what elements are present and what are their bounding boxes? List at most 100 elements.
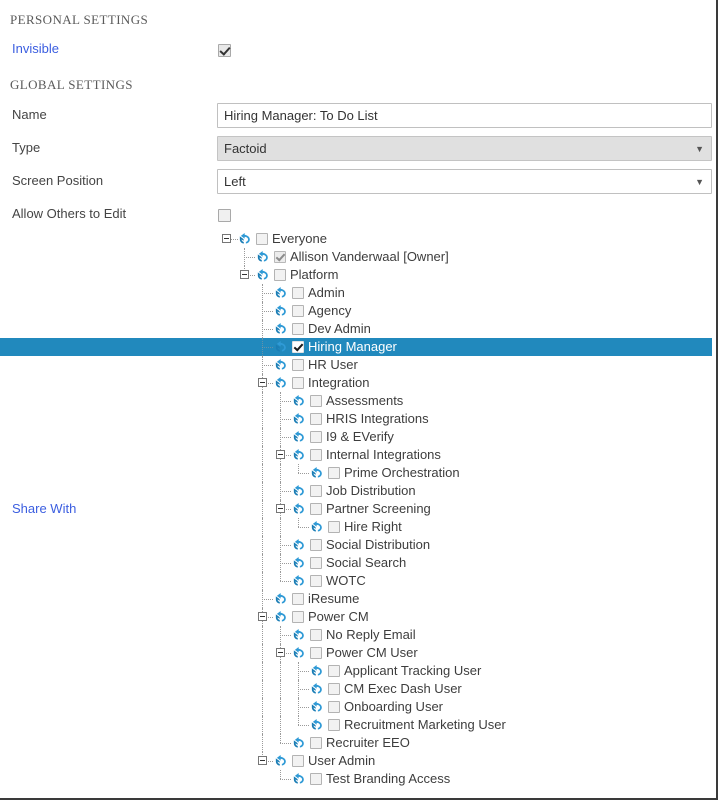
tree-node-checkbox[interactable] — [310, 503, 322, 515]
tree-node-checkbox[interactable] — [310, 449, 322, 461]
tree-node-checkbox[interactable] — [328, 665, 340, 677]
revert-icon[interactable] — [310, 718, 324, 732]
tree-node-checkbox[interactable] — [310, 773, 322, 785]
tree-node[interactable]: Hire Right — [0, 518, 712, 536]
revert-icon[interactable] — [274, 610, 288, 624]
revert-icon[interactable] — [274, 376, 288, 390]
tree-node-checkbox[interactable] — [310, 557, 322, 569]
revert-icon[interactable] — [310, 466, 324, 480]
tree-node[interactable]: Recruiter EEO — [0, 734, 712, 752]
tree-node-checkbox[interactable] — [310, 485, 322, 497]
tree-node[interactable]: Internal Integrations — [0, 446, 712, 464]
invisible-link[interactable]: Invisible — [12, 41, 59, 56]
tree-node-checkbox[interactable] — [256, 233, 268, 245]
tree-node[interactable]: Power CM — [0, 608, 712, 626]
tree-collapse-icon[interactable] — [222, 234, 231, 243]
tree-node-checkbox[interactable] — [292, 377, 304, 389]
revert-icon[interactable] — [292, 772, 306, 786]
tree-collapse-icon[interactable] — [258, 378, 267, 387]
tree-node-checkbox[interactable] — [274, 269, 286, 281]
revert-icon[interactable] — [274, 322, 288, 336]
tree-node[interactable]: HR User — [0, 356, 712, 374]
tree-node-checkbox[interactable] — [310, 737, 322, 749]
tree-node[interactable]: Social Distribution — [0, 536, 712, 554]
tree-node[interactable]: Dev Admin — [0, 320, 712, 338]
revert-icon[interactable] — [292, 448, 306, 462]
tree-node-checkbox[interactable] — [292, 755, 304, 767]
tree-node-checkbox[interactable] — [292, 593, 304, 605]
tree-node[interactable]: Job Distribution — [0, 482, 712, 500]
tree-node-checkbox[interactable] — [310, 413, 322, 425]
tree-collapse-icon[interactable] — [276, 648, 285, 657]
tree-collapse-icon[interactable] — [276, 504, 285, 513]
tree-node-checkbox[interactable] — [292, 341, 304, 353]
tree-node[interactable]: CM Exec Dash User — [0, 680, 712, 698]
tree-node[interactable]: iResume — [0, 590, 712, 608]
tree-node[interactable]: Agency — [0, 302, 712, 320]
revert-icon[interactable] — [238, 232, 252, 246]
revert-icon[interactable] — [292, 412, 306, 426]
revert-icon[interactable] — [274, 340, 288, 354]
tree-node-checkbox[interactable] — [328, 719, 340, 731]
type-select[interactable]: Factoid ▼ — [217, 136, 712, 161]
revert-icon[interactable] — [310, 664, 324, 678]
revert-icon[interactable] — [292, 628, 306, 642]
tree-node-checkbox[interactable] — [292, 359, 304, 371]
tree-node[interactable]: Test Branding Access — [0, 770, 712, 788]
tree-node[interactable]: Prime Orchestration — [0, 464, 712, 482]
revert-icon[interactable] — [292, 430, 306, 444]
tree-node-checkbox[interactable] — [274, 251, 286, 263]
tree-node-checkbox[interactable] — [292, 305, 304, 317]
tree-node[interactable]: Assessments — [0, 392, 712, 410]
tree-node[interactable]: Allison Vanderwaal [Owner] — [0, 248, 712, 266]
tree-node[interactable]: User Admin — [0, 752, 712, 770]
tree-node-checkbox[interactable] — [292, 287, 304, 299]
revert-icon[interactable] — [292, 538, 306, 552]
tree-node[interactable]: Admin — [0, 284, 712, 302]
invisible-checkbox[interactable] — [218, 44, 231, 57]
tree-node[interactable]: I9 & EVerify — [0, 428, 712, 446]
name-input[interactable] — [217, 103, 712, 128]
tree-collapse-icon[interactable] — [258, 756, 267, 765]
revert-icon[interactable] — [310, 520, 324, 534]
tree-collapse-icon[interactable] — [258, 612, 267, 621]
tree-node-checkbox[interactable] — [310, 431, 322, 443]
tree-collapse-icon[interactable] — [240, 270, 249, 279]
revert-icon[interactable] — [310, 700, 324, 714]
revert-icon[interactable] — [256, 268, 270, 282]
revert-icon[interactable] — [274, 358, 288, 372]
revert-icon[interactable] — [292, 394, 306, 408]
revert-icon[interactable] — [274, 286, 288, 300]
revert-icon[interactable] — [292, 646, 306, 660]
tree-node[interactable]: Platform — [0, 266, 712, 284]
tree-node[interactable]: Hiring Manager — [0, 338, 712, 356]
tree-node[interactable]: Everyone — [0, 230, 712, 248]
revert-icon[interactable] — [256, 250, 270, 264]
tree-node[interactable]: Onboarding User — [0, 698, 712, 716]
allow-others-to-edit-checkbox[interactable] — [218, 209, 231, 222]
tree-node-checkbox[interactable] — [328, 467, 340, 479]
tree-node-checkbox[interactable] — [292, 323, 304, 335]
tree-node-checkbox[interactable] — [310, 575, 322, 587]
tree-node-checkbox[interactable] — [310, 539, 322, 551]
tree-node-checkbox[interactable] — [328, 683, 340, 695]
tree-node[interactable]: Social Search — [0, 554, 712, 572]
revert-icon[interactable] — [292, 556, 306, 570]
tree-node[interactable]: Integration — [0, 374, 712, 392]
tree-node-checkbox[interactable] — [328, 701, 340, 713]
tree-node[interactable]: No Reply Email — [0, 626, 712, 644]
tree-node[interactable]: Applicant Tracking User — [0, 662, 712, 680]
revert-icon[interactable] — [292, 502, 306, 516]
revert-icon[interactable] — [274, 754, 288, 768]
revert-icon[interactable] — [292, 484, 306, 498]
revert-icon[interactable] — [274, 592, 288, 606]
tree-node[interactable]: WOTC — [0, 572, 712, 590]
tree-node-checkbox[interactable] — [292, 611, 304, 623]
tree-node-checkbox[interactable] — [310, 395, 322, 407]
revert-icon[interactable] — [310, 682, 324, 696]
tree-collapse-icon[interactable] — [276, 450, 285, 459]
tree-node-checkbox[interactable] — [310, 629, 322, 641]
tree-node-checkbox[interactable] — [310, 647, 322, 659]
screen-position-select[interactable]: Left ▼ — [217, 169, 712, 194]
tree-node[interactable]: HRIS Integrations — [0, 410, 712, 428]
